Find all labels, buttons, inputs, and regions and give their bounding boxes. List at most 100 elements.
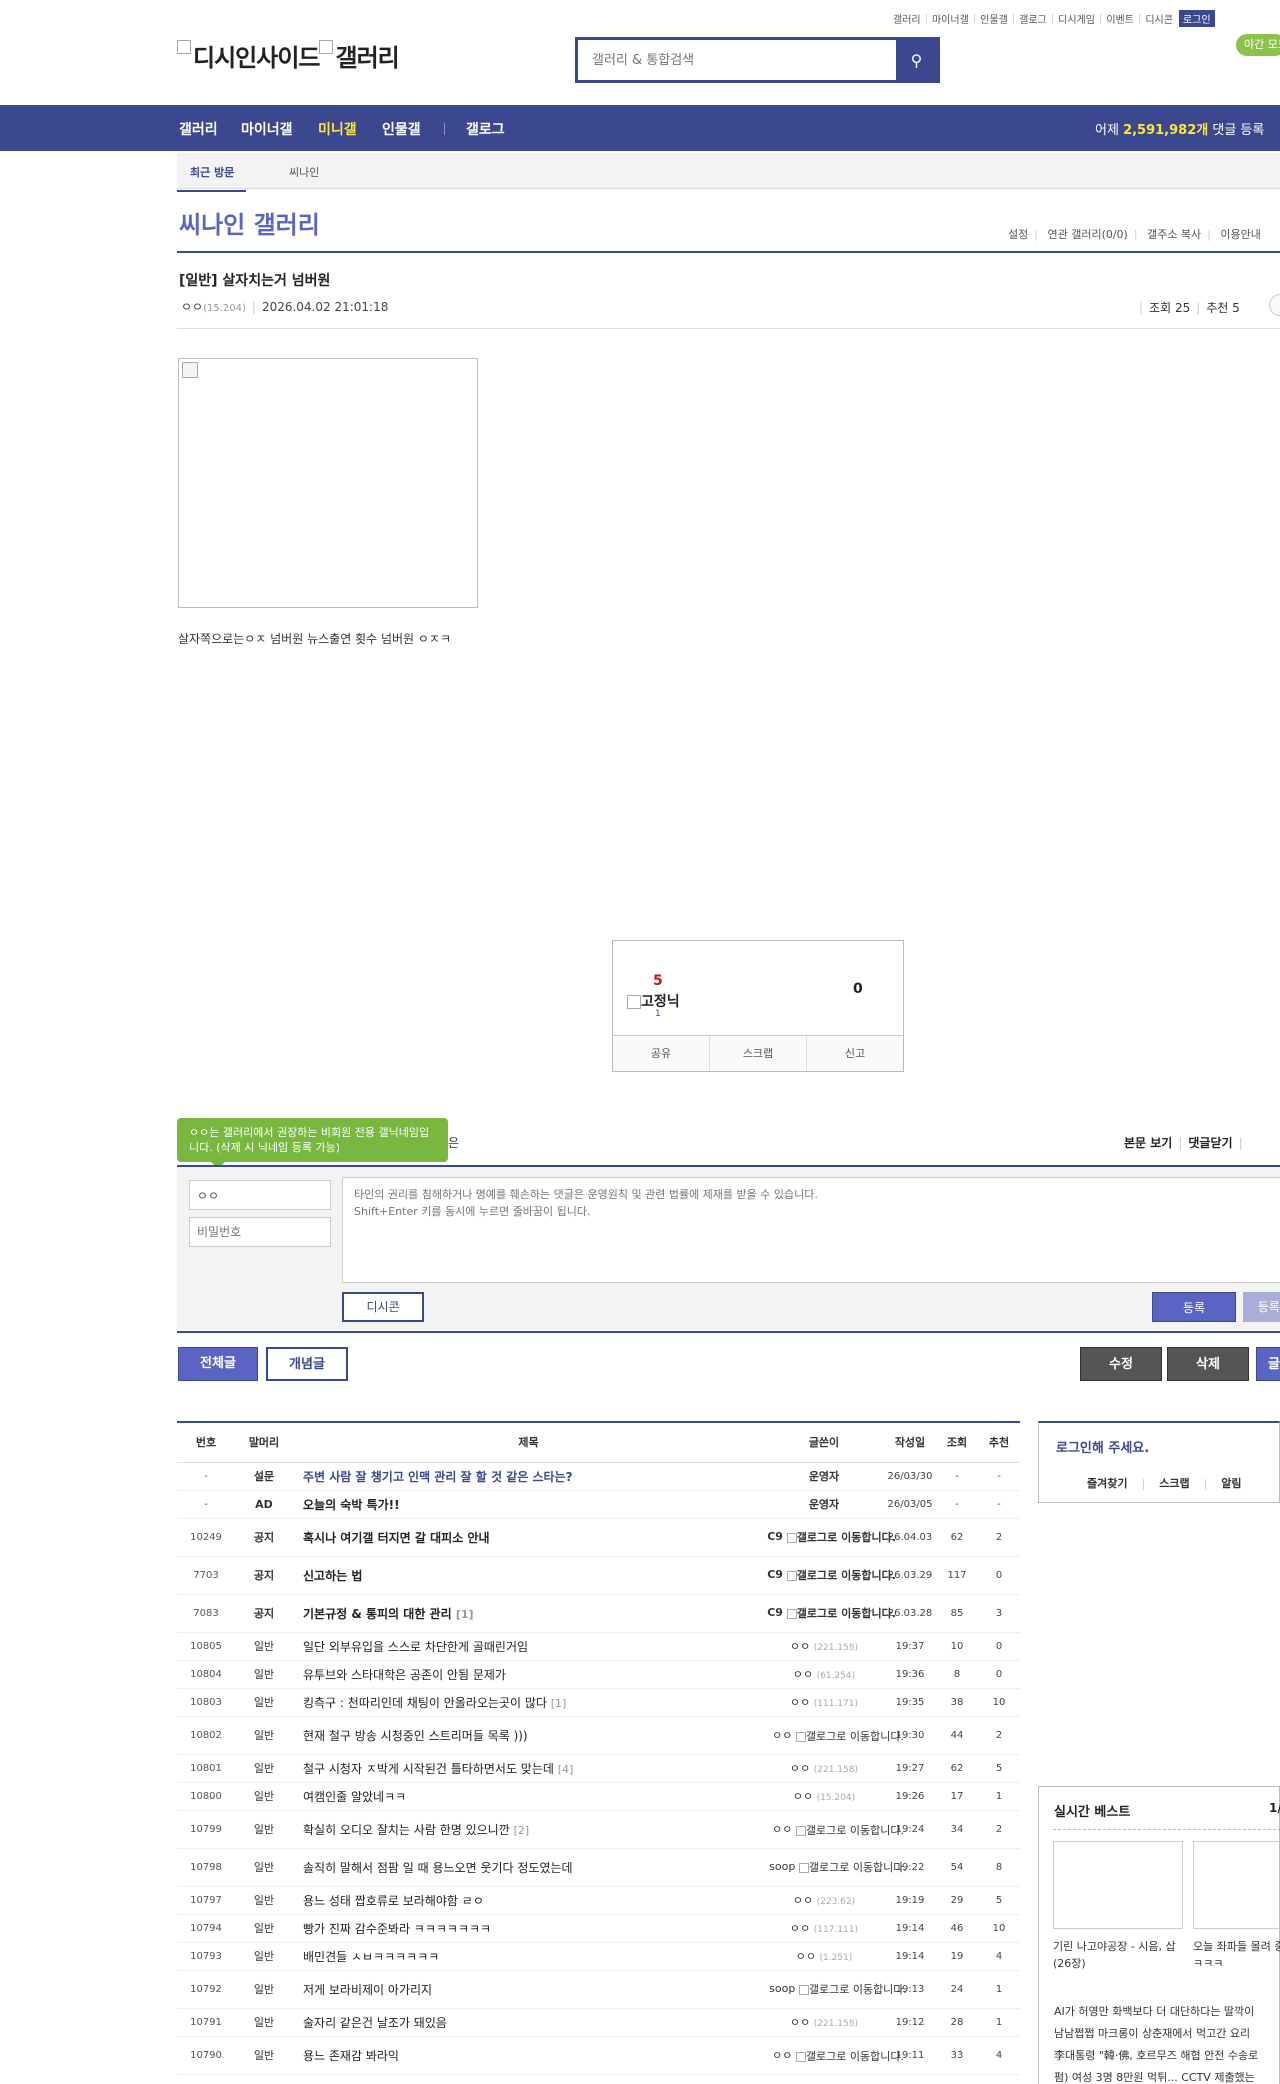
- post-option-button[interactable]: [1269, 294, 1280, 316]
- writer-name[interactable]: soop: [769, 1982, 795, 1995]
- writer-name[interactable]: C9: [767, 1568, 783, 1581]
- post-title-link[interactable]: 솔직히 말해서 점팜 일 때 용느오면 웃기다 정도였는데: [303, 1861, 573, 1875]
- best-thumbnail[interactable]: [1053, 1841, 1183, 1929]
- table-row[interactable]: 10802 일반 현재 철구 방송 시청중인 스트리머들 목록 ))) ㅇㅇ 갤로그…: [177, 1716, 1020, 1755]
- gallog-link[interactable]: 갤로그로 이동합니다.: [798, 1983, 907, 1996]
- gallery-title[interactable]: 씨나인 갤러리: [179, 205, 320, 240]
- recent-visit-item[interactable]: 씨나인: [289, 164, 319, 180]
- writer-name[interactable]: 운영자: [809, 1470, 839, 1483]
- table-row[interactable]: 10799 일반 확실히 오디오 잘치는 사람 한명 있으니깐 [2] ㅇㅇ 갤로그로…: [177, 1810, 1020, 1849]
- post-title-link[interactable]: 기본규정 & 통피의 대한 관리: [303, 1607, 452, 1621]
- post-title-link[interactable]: 혹시나 여기갤 터지면 갈 대피소 안내: [303, 1531, 490, 1545]
- post-title-link[interactable]: 확실히 오디오 잘치는 사람 한명 있으니깐: [303, 1823, 510, 1837]
- table-row[interactable]: 10805 일반 일단 외부유입을 스스로 차단한게 골때린거임 ㅇㅇ (221.1…: [177, 1632, 1020, 1661]
- login-prompt[interactable]: 로그인해 주세요.: [1056, 1437, 1149, 1456]
- table-row[interactable]: 10798 일반 솔직히 말해서 점팜 일 때 용느오면 웃기다 정도였는데 soo…: [177, 1848, 1020, 1887]
- table-row[interactable]: 10801 일반 철구 시청자 ㅈ박게 시작된건 틀타하면서도 맞는데 [4] ㅇㅇ …: [177, 1754, 1020, 1783]
- table-row[interactable]: 10790 일반 용느 존재감 봐라익 ㅇㅇ 갤로그로 이동합니다. 19:11 33 4: [177, 2036, 1020, 2075]
- post-title-link[interactable]: 신고하는 법: [303, 1569, 362, 1583]
- writer-name[interactable]: ㅇㅇ: [793, 1668, 813, 1681]
- writer-name[interactable]: C9: [767, 1530, 783, 1543]
- table-row[interactable]: 10797 일반 용느 성태 짭호류로 보라해야함 ㄹㅇ ㅇㅇ (223.62) 19…: [177, 1886, 1020, 1915]
- table-row[interactable]: - AD 오늘의 숙박 특가!! 운영자 26/03/05- -: [177, 1490, 1020, 1519]
- delete-button[interactable]: 삭제: [1167, 1347, 1249, 1381]
- post-title-cell[interactable]: 일단 외부유입을 스스로 차단한게 골때린거임: [293, 1632, 764, 1661]
- writer-name[interactable]: ㅇㅇ: [793, 1790, 813, 1803]
- post-title-link[interactable]: 킹측구 : 천따리인데 채팅이 안올라오는곳이 많다: [303, 1696, 547, 1710]
- top-link-gallery[interactable]: 갤러리: [893, 11, 921, 26]
- search-input[interactable]: [578, 40, 896, 80]
- writer-name[interactable]: ㅇㅇ: [772, 1729, 792, 1742]
- edit-button[interactable]: 수정: [1080, 1347, 1162, 1381]
- writer-name[interactable]: soop: [769, 1860, 795, 1873]
- post-title-link[interactable]: 여캠인줄 알았네ㅋㅋ: [303, 1790, 406, 1804]
- post-title-cell[interactable]: 혹시나 여기갤 터지면 갈 대피소 안내: [293, 1518, 764, 1557]
- site-logo[interactable]: 디시인사이드 갤러리: [177, 38, 400, 73]
- post-title-cell[interactable]: 킹측구 : 천따리인데 채팅이 안올라오는곳이 많다 [1]: [293, 1688, 764, 1717]
- recent-visit-label[interactable]: 최근 방문: [176, 164, 247, 192]
- nav-minor[interactable]: 마이너갤: [241, 119, 293, 139]
- comment-textarea[interactable]: [342, 1177, 1280, 1283]
- night-mode-toggle[interactable]: 야간 모드: [1236, 34, 1280, 56]
- table-row[interactable]: 10803 일반 킹측구 : 천따리인데 채팅이 안올라오는곳이 많다 [1] ㅇㅇ …: [177, 1688, 1020, 1717]
- nav-gallery[interactable]: 갤러리: [179, 119, 218, 139]
- alerts-link[interactable]: 알림: [1221, 1477, 1241, 1490]
- post-title-cell[interactable]: 현재 철구 방송 시청중인 스트리머들 목록 ))): [293, 1716, 764, 1755]
- bookmarks-link[interactable]: 즐겨찾기: [1087, 1477, 1127, 1490]
- writer-name[interactable]: ㅇㅇ: [790, 1640, 810, 1653]
- best-news-item[interactable]: 펌) 여성 3명 8만원 먹튀... CCTV 제출했는: [1054, 2067, 1258, 2084]
- view-post-button[interactable]: 본문 보기: [1124, 1136, 1172, 1150]
- post-title-cell[interactable]: 신고하는 법: [293, 1556, 764, 1595]
- gallog-link[interactable]: 갤로그로 이동합니다.: [798, 1861, 907, 1874]
- writer-name[interactable]: ㅇㅇ: [793, 1894, 813, 1907]
- best-caption[interactable]: 기린 나고야공장 - 시음, 삽 (26장): [1053, 1938, 1183, 1972]
- writer-name[interactable]: ㅇㅇ: [790, 2016, 810, 2029]
- dccon-button[interactable]: 디시콘: [342, 1292, 424, 1322]
- writer-name[interactable]: ㅇㅇ: [790, 1696, 810, 1709]
- table-row[interactable]: 10249 공지 혹시나 여기갤 터지면 갈 대피소 안내 C9 갤로그로 이동합니…: [177, 1518, 1020, 1557]
- post-title-cell[interactable]: 철구 시청자 ㅈ박게 시작된건 틀타하면서도 맞는데 [4]: [293, 1754, 764, 1783]
- scrap-link[interactable]: 스크랩: [1159, 1477, 1189, 1490]
- post-title-link[interactable]: 술자리 같은건 날조가 돼있음: [303, 2016, 447, 2030]
- writer-name[interactable]: 운영자: [809, 1498, 839, 1511]
- post-title-cell[interactable]: 기본규정 & 통피의 대한 관리 [1]: [293, 1594, 764, 1633]
- post-title-cell[interactable]: 확실히 오디오 잘치는 사람 한명 있으니깐 [2]: [293, 1810, 764, 1849]
- table-row[interactable]: 7703 공지 신고하는 법 C9 갤로그로 이동합니다. 26.03.29 117 0: [177, 1556, 1020, 1595]
- post-title-link[interactable]: 주변 사람 잘 챙기고 인맥 관리 잘 할 것 같은 스타는?: [303, 1470, 573, 1484]
- post-title-link[interactable]: 용느 존재감 봐라익: [303, 2049, 399, 2063]
- post-title-cell[interactable]: 솔직히 말해서 점팜 일 때 용느오면 웃기다 정도였는데: [293, 1848, 764, 1887]
- post-title-link[interactable]: 빵가 진짜 감수준봐라 ㅋㅋㅋㅋㅋㅋㅋ: [303, 1922, 491, 1936]
- post-title-cell[interactable]: 오늘의 숙박 특가!!: [293, 1490, 764, 1519]
- tab-all-posts[interactable]: 전체글: [178, 1347, 258, 1381]
- gallog-link[interactable]: 갤로그로 이동합니다.: [795, 1730, 904, 1743]
- top-link-event[interactable]: 이벤트: [1106, 11, 1134, 26]
- scrap-button[interactable]: 스크랩: [710, 1036, 807, 1071]
- table-row[interactable]: 10800 일반 여캠인줄 알았네ㅋㅋ ㅇㅇ (15.204) 19:26 17 1: [177, 1782, 1020, 1811]
- comment-name-field[interactable]: [189, 1180, 331, 1210]
- writer-name[interactable]: ㅇㅇ: [790, 1922, 810, 1935]
- table-row[interactable]: 10791 일반 술자리 같은건 날조가 돼있음 ㅇㅇ (221.158) 19:12…: [177, 2008, 1020, 2037]
- post-title-cell[interactable]: 여캠인줄 알았네ㅋㅋ: [293, 1782, 764, 1811]
- reply-count[interactable]: [1]: [456, 1608, 474, 1621]
- best-caption[interactable]: 오늘 좌파들 몰려 중인 기사 ㅋㅋㅋ: [1193, 1938, 1280, 1972]
- best-thumbnail[interactable]: [1193, 1841, 1280, 1929]
- best-news-item[interactable]: 남남쩝쩝 마크롱이 상춘재에서 먹고간 요리: [1054, 2023, 1258, 2045]
- reply-count[interactable]: [1]: [551, 1697, 567, 1710]
- gallery-settings-link[interactable]: 설정: [1008, 228, 1028, 241]
- post-title-cell[interactable]: 주변 사람 잘 챙기고 인맥 관리 잘 할 것 같은 스타는?: [293, 1462, 764, 1491]
- related-gallery-link[interactable]: 연관 갤러리(0/0): [1047, 228, 1127, 241]
- post-title-cell[interactable]: 배민견들 ㅅㅂㅋㅋㅋㅋㅋㅋ: [293, 1942, 764, 1971]
- copy-address-link[interactable]: 갤주소 복사: [1147, 228, 1201, 241]
- post-title-cell[interactable]: 용느 성태 짭호류로 보라해야함 ㄹㅇ: [293, 1886, 764, 1915]
- table-row[interactable]: 10792 일반 저게 보라비제이 아가리지 soop 갤로그로 이동합니다. 19:…: [177, 1970, 1020, 2009]
- post-image[interactable]: [178, 358, 478, 608]
- comment-submit-button[interactable]: 등록: [1152, 1292, 1236, 1322]
- post-title-link[interactable]: 철구 시청자 ㅈ박게 시작된건 틀타하면서도 맞는데: [303, 1762, 554, 1776]
- table-row[interactable]: - 설문 주변 사람 잘 챙기고 인맥 관리 잘 할 것 같은 스타는? 운영자 26…: [177, 1462, 1020, 1491]
- post-title-cell[interactable]: 술자리 같은건 날조가 돼있음: [293, 2008, 764, 2037]
- top-link-game[interactable]: 디시게임: [1058, 11, 1095, 26]
- reply-count[interactable]: [2]: [514, 1824, 530, 1837]
- post-author[interactable]: ㅇㅇ: [181, 300, 203, 314]
- top-link-person[interactable]: 인물갤: [980, 11, 1008, 26]
- nav-gallog[interactable]: 갤로그: [466, 119, 505, 139]
